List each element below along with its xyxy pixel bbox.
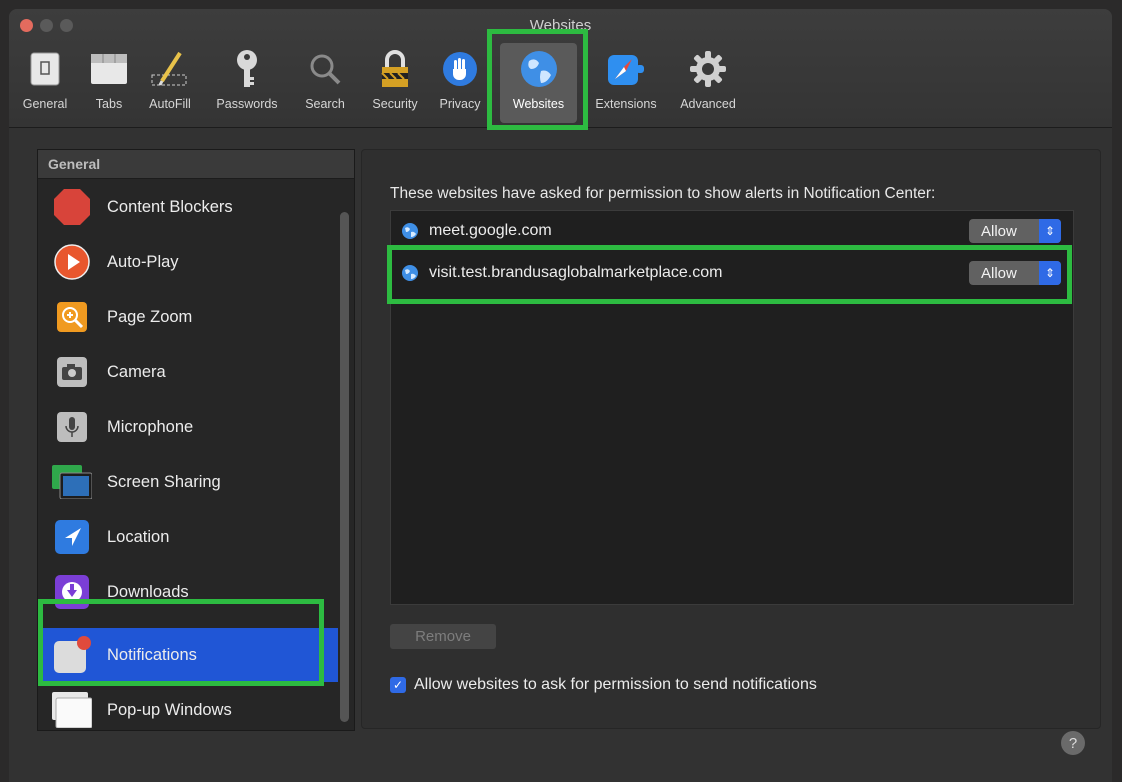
help-button[interactable]: ? — [1061, 731, 1085, 755]
website-domain: visit.test.brandusaglobalmarketplace.com — [429, 264, 723, 281]
website-domain: meet.google.com — [429, 222, 552, 239]
permission-select[interactable]: Allow ⇕ — [969, 261, 1061, 285]
permission-value: Allow — [981, 264, 1017, 282]
toolbar-extensions-label: Extensions — [595, 97, 657, 111]
sidebar-item-microphone[interactable]: Microphone — [38, 400, 338, 454]
autofill-icon — [148, 47, 192, 91]
sidebar-item-screen-sharing[interactable]: Screen Sharing — [38, 455, 338, 509]
sidebar-item-label: Content Blockers — [107, 197, 233, 216]
toolbar-search[interactable]: Search — [295, 47, 355, 119]
sidebar: General Content Blockers Auto-Play Page … — [37, 149, 355, 731]
popup-icon — [52, 690, 92, 730]
notifications-panel: These websites have asked for permission… — [361, 149, 1101, 729]
play-icon — [52, 242, 92, 282]
toolbar-extensions[interactable]: Extensions — [587, 47, 665, 119]
website-row[interactable]: meet.google.com Allow ⇕ — [391, 211, 1073, 251]
globe-icon — [402, 265, 418, 281]
title-bar: Websites General Tabs AutoFill Passwords… — [9, 9, 1112, 128]
sidebar-item-content-blockers[interactable]: Content Blockers — [38, 180, 338, 234]
download-icon — [52, 572, 92, 612]
sidebar-item-label: Screen Sharing — [107, 472, 221, 491]
allow-permission-checkbox-row[interactable]: ✓ Allow websites to ask for permission t… — [390, 676, 817, 694]
toolbar-general[interactable]: General — [13, 47, 77, 119]
sidebar-item-label: Page Zoom — [107, 307, 193, 326]
website-row[interactable]: visit.test.brandusaglobalmarketplace.com… — [391, 253, 1073, 293]
toolbar-autofill-label: AutoFill — [149, 97, 191, 111]
sidebar-item-notifications[interactable]: Notifications — [38, 628, 338, 682]
microphone-icon — [52, 407, 92, 447]
zoom-icon — [52, 297, 92, 337]
screen-icon — [52, 462, 92, 502]
camera-icon — [52, 352, 92, 392]
tabs-icon — [87, 47, 131, 91]
chevron-updown-icon: ⇕ — [1039, 219, 1061, 243]
window-title: Websites — [529, 17, 592, 34]
gear-icon — [686, 47, 730, 91]
sidebar-item-label: Downloads — [107, 582, 189, 601]
toolbar-passwords[interactable]: Passwords — [209, 47, 285, 119]
sidebar-item-label: Notifications — [107, 645, 197, 664]
sidebar-item-popup-windows[interactable]: Pop-up Windows — [38, 683, 338, 730]
toolbar-privacy[interactable]: Privacy — [435, 47, 485, 119]
panel-description: These websites have asked for permission… — [390, 185, 936, 202]
compass-icon — [604, 47, 648, 91]
toolbar-tabs-label: Tabs — [95, 97, 123, 111]
stop-icon — [52, 187, 92, 227]
sidebar-item-label: Camera — [107, 362, 166, 381]
toolbar-advanced[interactable]: Advanced — [673, 47, 743, 119]
globe-icon — [402, 223, 418, 239]
toolbar-general-label: General — [22, 97, 68, 111]
toolbar-autofill[interactable]: AutoFill — [141, 47, 199, 119]
toolbar-advanced-label: Advanced — [680, 97, 736, 111]
toolbar-security-label: Security — [372, 97, 418, 111]
sidebar-item-auto-play[interactable]: Auto-Play — [38, 235, 338, 289]
toolbar-passwords-label: Passwords — [216, 97, 278, 111]
sidebar-item-location[interactable]: Location — [38, 510, 338, 564]
remove-button[interactable]: Remove — [390, 624, 496, 649]
sidebar-item-page-zoom[interactable]: Page Zoom — [38, 290, 338, 344]
general-icon — [23, 47, 67, 91]
toolbar-search-label: Search — [305, 97, 345, 111]
chevron-updown-icon: ⇕ — [1039, 261, 1061, 285]
toolbar-websites[interactable]: Websites — [500, 43, 577, 123]
toolbar-security[interactable]: Security — [363, 47, 427, 119]
sidebar-item-label: Pop-up Windows — [107, 700, 232, 719]
permission-value: Allow — [981, 222, 1017, 240]
key-icon — [225, 47, 269, 91]
permission-select[interactable]: Allow ⇕ — [969, 219, 1061, 243]
location-icon — [52, 517, 92, 557]
sidebar-header: General — [38, 150, 354, 179]
sidebar-item-downloads[interactable]: Downloads — [38, 565, 338, 619]
preferences-window: Websites General Tabs AutoFill Passwords… — [9, 9, 1112, 782]
toolbar-privacy-label: Privacy — [439, 97, 481, 111]
search-icon — [303, 47, 347, 91]
globe-icon — [517, 47, 561, 91]
checkbox-checked[interactable]: ✓ — [390, 677, 406, 693]
sidebar-item-label: Auto-Play — [107, 252, 179, 271]
toolbar-websites-label: Websites — [512, 97, 565, 111]
notification-icon — [52, 635, 92, 675]
sidebar-item-label: Microphone — [107, 417, 194, 436]
sidebar-item-camera[interactable]: Camera — [38, 345, 338, 399]
website-list[interactable]: meet.google.com Allow ⇕ visit.test.brand… — [390, 210, 1074, 605]
allow-permission-label: Allow websites to ask for permission to … — [414, 676, 817, 693]
sidebar-item-label: Location — [107, 527, 170, 546]
toolbar-tabs[interactable]: Tabs — [87, 47, 131, 119]
lock-icon — [373, 47, 417, 91]
hand-icon — [438, 47, 482, 91]
sidebar-scrollbar[interactable] — [340, 212, 349, 722]
